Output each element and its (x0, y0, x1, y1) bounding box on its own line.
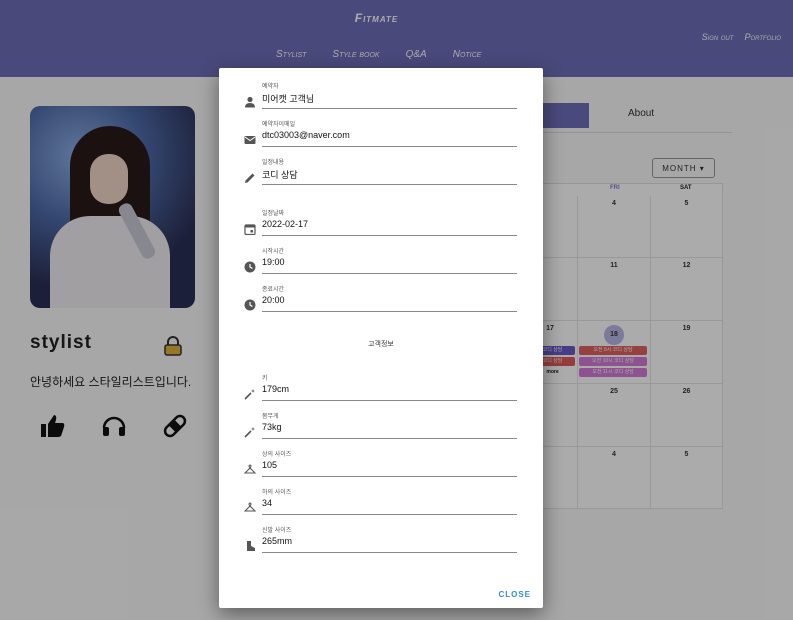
schedule-date-field[interactable]: 일정날짜 2022-02-17 (243, 208, 517, 242)
calendar-icon (243, 222, 257, 236)
end-time-field[interactable]: 종료시간 20:00 (243, 284, 517, 318)
reserver-field[interactable]: 예약자 미어캣 고객님 (243, 81, 517, 115)
hanger-icon (243, 501, 257, 515)
magic-wand-icon (243, 387, 257, 401)
top-size-field[interactable]: 상의 사이즈 105 (243, 449, 517, 483)
clock-icon (243, 260, 257, 274)
close-button[interactable]: CLOSE (498, 590, 531, 599)
reservation-dialog: 예약자 미어캣 고객님 예약자이메일 dtc03003@naver.com 일정… (219, 68, 543, 608)
boot-icon (243, 539, 257, 553)
height-field[interactable]: 키 179cm (243, 373, 517, 407)
clock-icon (243, 298, 257, 312)
customer-info-title: 고객정보 (368, 341, 394, 348)
weight-field[interactable]: 몸무게 73kg (243, 411, 517, 445)
person-icon (243, 95, 257, 109)
bottom-size-field[interactable]: 하의 사이즈 34 (243, 487, 517, 521)
hanger-icon (243, 463, 257, 477)
shoe-size-field[interactable]: 신발 사이즈 265mm (243, 525, 517, 559)
start-time-field[interactable]: 시작시간 19:00 (243, 246, 517, 280)
mail-icon (243, 133, 257, 147)
pencil-icon (243, 171, 257, 185)
schedule-content-field[interactable]: 일정내용 코디 상담 (243, 157, 517, 191)
magic-wand-icon (243, 425, 257, 439)
reserver-email-field[interactable]: 예약자이메일 dtc03003@naver.com (243, 119, 517, 153)
